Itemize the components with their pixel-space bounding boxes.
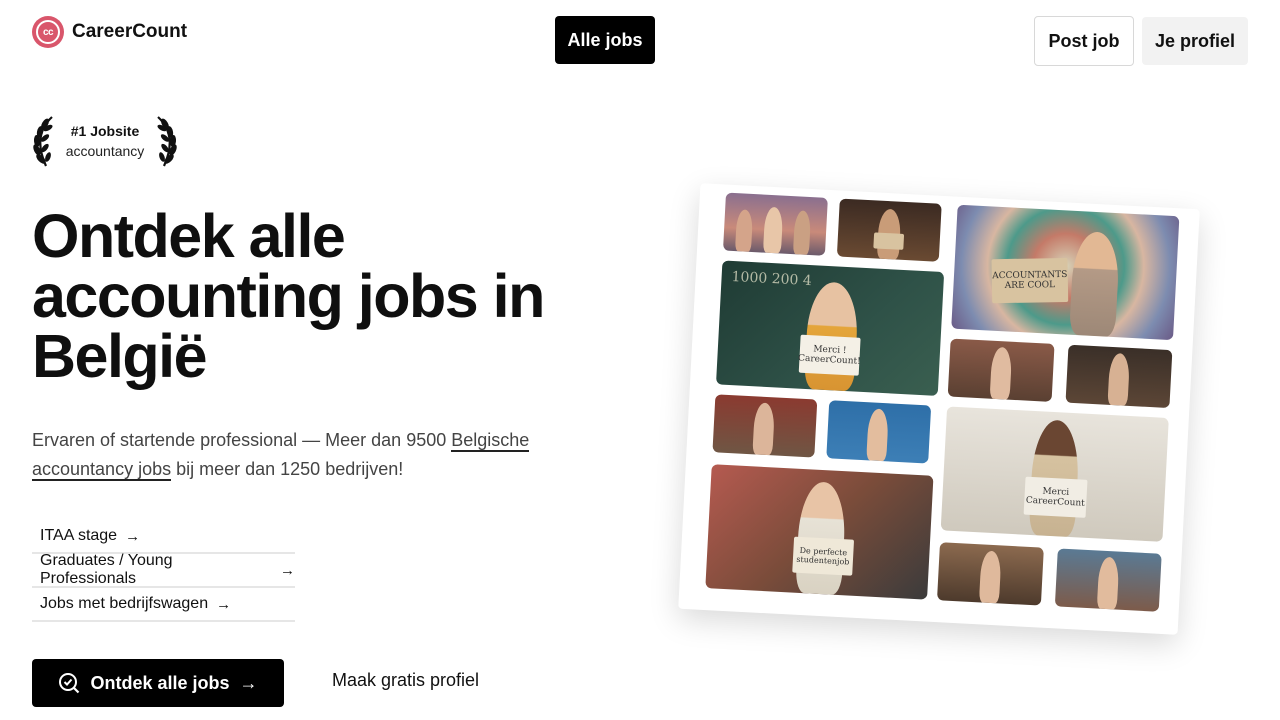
award-title: #1 Jobsite bbox=[70, 123, 140, 139]
collage-photo-crowd bbox=[723, 192, 828, 256]
arrow-right-icon: → bbox=[280, 561, 295, 579]
award-badge: #1 Jobsite accountancy bbox=[32, 114, 178, 170]
search-check-icon bbox=[59, 673, 80, 694]
quick-links: ITAA stage → Graduates / Young Professio… bbox=[32, 520, 295, 622]
collage-photo-office: Merci CareerCount bbox=[940, 406, 1169, 542]
merci-sign-1: Merci ! CareerCount! bbox=[798, 334, 861, 376]
photo-collage: ACCOUNTANTS ARE COOL 1000 200 4 Merci ! … bbox=[678, 183, 1200, 635]
collage-photo-accountants-cool: ACCOUNTANTS ARE COOL bbox=[951, 204, 1180, 341]
accountants-sign: ACCOUNTANTS ARE COOL bbox=[991, 257, 1069, 304]
quick-link-label: Graduates / Young Professionals bbox=[40, 552, 173, 587]
quick-link-label: Jobs met bedrijfswagen bbox=[40, 595, 209, 612]
create-free-profile-link[interactable]: Maak gratis profiel bbox=[332, 670, 479, 691]
perfect-job-sign: De perfecte studentenjob bbox=[792, 536, 855, 576]
quick-link-itaa-stage[interactable]: ITAA stage → bbox=[32, 520, 295, 554]
arrow-right-icon: → bbox=[125, 527, 141, 545]
collage-photo-street-woman bbox=[947, 338, 1055, 402]
logo-mark-icon: cc bbox=[32, 16, 64, 48]
discover-all-jobs-label: Ontdek alle jobs bbox=[90, 672, 230, 693]
hero-subtitle-before: Ervaren of startende professional — Meer… bbox=[32, 430, 452, 450]
hero-title: Ontdek alle accounting jobs in België bbox=[32, 202, 545, 390]
arrow-right-icon: → bbox=[239, 672, 258, 693]
laurel-right-icon bbox=[157, 116, 177, 167]
quick-link-label: ITAA stage bbox=[40, 527, 118, 544]
laurel-left-icon bbox=[33, 116, 53, 167]
collage-photo-canal-street bbox=[712, 394, 818, 458]
quick-link-graduates[interactable]: Graduates / Young Professionals → bbox=[32, 552, 295, 588]
award-subtitle: accountancy bbox=[65, 143, 145, 159]
quick-link-company-car[interactable]: Jobs met bedrijfswagen → bbox=[32, 588, 295, 622]
logo-text: CareerCount bbox=[72, 21, 188, 42]
collage-photo-alley bbox=[1054, 548, 1162, 612]
profile-button[interactable]: Je profiel bbox=[1142, 17, 1248, 65]
hero-subtitle: Ervaren of startende professional — Meer… bbox=[32, 426, 552, 484]
logo-initials: cc bbox=[36, 20, 60, 44]
arrow-right-icon: → bbox=[216, 595, 232, 613]
hero-subtitle-after: bij meer dan 1250 bedrijven! bbox=[171, 459, 404, 479]
post-job-button[interactable]: Post job bbox=[1034, 16, 1134, 66]
merci-sign-2: Merci CareerCount bbox=[1023, 476, 1088, 518]
discover-all-jobs-button[interactable]: Ontdek alle jobs → bbox=[32, 659, 284, 707]
collage-photo-man-sign bbox=[836, 198, 942, 262]
nav-all-jobs-button[interactable]: Alle jobs bbox=[555, 16, 655, 64]
logo[interactable]: cc CareerCount bbox=[32, 16, 187, 48]
collage-photo-cobblestone: De perfecte studentenjob bbox=[705, 464, 934, 600]
collage-photo-chalkboard: 1000 200 4 Merci ! CareerCount! bbox=[715, 260, 945, 396]
collage-photo-cafe bbox=[936, 542, 1044, 606]
collage-photo-bookshelf bbox=[1065, 344, 1173, 409]
collage-photo-blue-wall bbox=[826, 400, 932, 464]
